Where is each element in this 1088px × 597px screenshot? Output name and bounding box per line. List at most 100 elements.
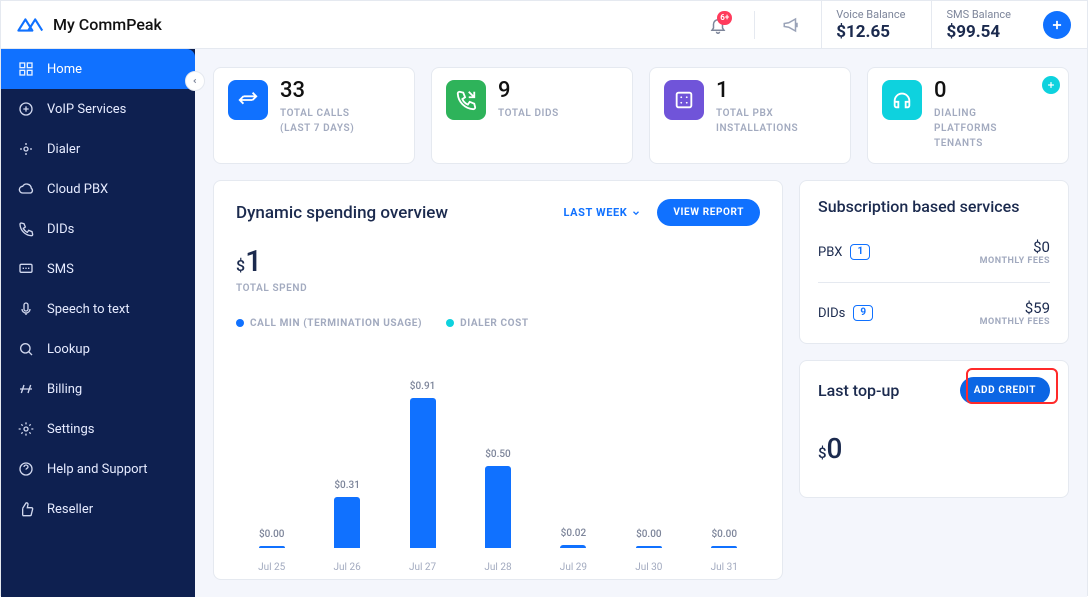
voip-icon <box>17 100 35 118</box>
subscription-name: DIDs 9 <box>818 305 873 321</box>
chart-legend: CALL MIN (TERMINATION USAGE)DIALER COST <box>236 318 760 329</box>
bar-value-label: $0.02 <box>561 528 587 539</box>
logo-icon <box>17 15 45 35</box>
phone-icon <box>17 220 35 238</box>
add-credit-button[interactable]: ADD CREDIT <box>960 377 1050 404</box>
subscription-fees-label: MONTHLY FEES <box>980 256 1050 266</box>
bar-value-label: $0.91 <box>410 381 436 392</box>
voice-balance: Voice Balance $12.65 <box>821 1 919 48</box>
headset-icon <box>882 80 922 120</box>
bar-value-label: $0.31 <box>334 480 360 491</box>
bar <box>259 546 285 548</box>
sidebar-item-label: Speech to text <box>47 302 130 317</box>
bar-value-label: $0.00 <box>259 529 285 540</box>
sidebar-item-reseller[interactable]: Reseller <box>1 489 195 529</box>
subscription-row[interactable]: DIDs 9 $59MONTHLY FEES <box>818 282 1050 343</box>
notification-badge: 6+ <box>717 11 732 25</box>
bar-col: $0.91Jul 27 <box>389 381 456 573</box>
billing-icon <box>17 380 35 398</box>
bar <box>711 546 737 548</box>
sidebar: Home VoIP Services Dialer Cloud PBX DIDsSMS S… <box>1 49 195 597</box>
subscription-row[interactable]: PBX 1 $0MONTHLY FEES <box>818 222 1050 282</box>
chevron-down-icon <box>631 208 641 218</box>
stat-value: 1 <box>716 80 798 102</box>
swap-icon <box>228 80 268 120</box>
search-icon <box>17 340 35 358</box>
sidebar-item-speech-to-text[interactable]: Speech to text <box>1 289 195 329</box>
sidebar-item-sms[interactable]: SMS <box>1 249 195 289</box>
bar-value-label: $0.00 <box>636 529 662 540</box>
stat-card-2[interactable]: 1TOTAL PBXINSTALLATIONS <box>649 67 851 164</box>
sidebar-item-voip-services[interactable]: VoIP Services <box>1 89 195 129</box>
announcements-button[interactable] <box>773 7 809 43</box>
chart-area: $0.00Jul 25 $0.31 Jul 26 $0.91Jul 27 $0.50 Ju… <box>236 355 760 573</box>
mic-icon <box>17 300 35 318</box>
subscription-count: 1 <box>850 244 870 260</box>
stat-card-3[interactable]: 0DIALINGPLATFORMSTENANTS <box>867 67 1069 164</box>
sidebar-item-label: Settings <box>47 422 94 437</box>
stat-value: 33 <box>280 80 354 102</box>
subscription-fees-label: MONTHLY FEES <box>980 317 1050 327</box>
sms-balance-label: SMS Balance <box>946 8 1011 21</box>
notifications-button[interactable]: 6+ <box>700 7 736 43</box>
stat-label: TOTAL DIDS <box>498 106 559 121</box>
stat-card-1[interactable]: 9TOTAL DIDS <box>431 67 633 164</box>
sidebar-item-dids[interactable]: DIDs <box>1 209 195 249</box>
sidebar-item-help-and-support[interactable]: Help and Support <box>1 449 195 489</box>
sidebar-item-label: Help and Support <box>47 462 148 477</box>
bar-value-label: $0.00 <box>711 529 737 540</box>
divider <box>754 11 755 39</box>
subscription-name: PBX 1 <box>818 244 870 260</box>
sidebar-item-label: Dialer <box>47 142 80 157</box>
sidebar-item-label: VoIP Services <box>47 102 126 117</box>
legend-item: CALL MIN (TERMINATION USAGE) <box>236 318 422 329</box>
voice-balance-amount: $12.65 <box>836 22 890 42</box>
add-tenant-button[interactable] <box>1042 76 1060 94</box>
phone-in-icon <box>446 80 486 120</box>
add-balance-button[interactable] <box>1043 11 1071 39</box>
bar-value-label: $0.50 <box>485 449 511 460</box>
bar <box>636 546 662 548</box>
topup-title: Last top-up <box>818 381 899 400</box>
help-icon <box>17 460 35 478</box>
sidebar-collapse-button[interactable] <box>185 71 205 91</box>
subscriptions-title: Subscription based services <box>818 197 1050 216</box>
bar-col: $0.02Jul 29 <box>540 528 607 573</box>
sidebar-item-lookup[interactable]: Lookup <box>1 329 195 369</box>
sidebar-item-label: Home <box>47 62 82 77</box>
voice-balance-label: Voice Balance <box>836 8 905 21</box>
sidebar-item-settings[interactable]: Settings <box>1 409 195 449</box>
sidebar-item-billing[interactable]: Billing <box>1 369 195 409</box>
topup-card: Last top-up ADD CREDIT $0 <box>799 360 1069 498</box>
sidebar-item-cloud-pbx[interactable]: Cloud PBX <box>1 169 195 209</box>
bar-x-label: Jul 30 <box>635 562 662 573</box>
period-label: LAST WEEK <box>564 206 628 219</box>
logo[interactable]: My CommPeak <box>17 15 162 35</box>
sidebar-item-home[interactable]: Home <box>1 49 195 89</box>
bar-x-label: Jul 26 <box>334 562 361 573</box>
stats-row: 33TOTAL CALLS(LAST 7 DAYS)9TOTAL DIDS1TO… <box>213 67 1069 164</box>
main-content: 33TOTAL CALLS(LAST 7 DAYS)9TOTAL DIDS1TO… <box>195 49 1087 597</box>
sidebar-item-dialer[interactable]: Dialer <box>1 129 195 169</box>
bar-col: $0.00Jul 31 <box>691 529 758 573</box>
bar <box>410 398 436 548</box>
bar-col: $0.00Jul 25 <box>238 529 305 573</box>
subscription-amount: $0 <box>980 238 1050 256</box>
subscription-count: 9 <box>853 305 873 321</box>
pbx-icon <box>664 80 704 120</box>
megaphone-icon <box>782 16 800 34</box>
spending-panel: Dynamic spending overview LAST WEEK VIEW… <box>213 180 783 580</box>
bar-x-label: Jul 28 <box>484 562 511 573</box>
grid-icon <box>17 60 35 78</box>
total-spend-value: $1 <box>236 244 760 279</box>
sidebar-item-label: Billing <box>47 382 82 397</box>
subscription-amount: $59 <box>980 299 1050 317</box>
sms-balance: SMS Balance $99.54 <box>931 1 1025 48</box>
stat-label: TOTAL CALLS(LAST 7 DAYS) <box>280 106 354 136</box>
period-dropdown[interactable]: LAST WEEK <box>558 205 648 220</box>
spending-title: Dynamic spending overview <box>236 203 448 223</box>
view-report-button[interactable]: VIEW REPORT <box>657 199 760 226</box>
stat-card-0[interactable]: 33 TOTAL CALLS(LAST 7 DAYS) <box>213 67 415 164</box>
sidebar-item-label: Cloud PBX <box>47 182 108 197</box>
sms-icon <box>17 260 35 278</box>
